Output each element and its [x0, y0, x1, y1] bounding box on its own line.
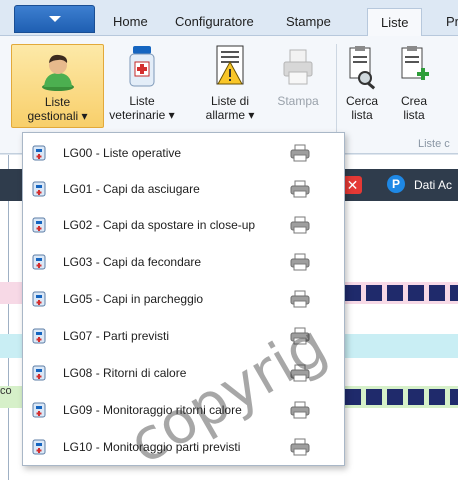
report-doc-icon	[32, 291, 46, 307]
menu-item-label: LG10 - Monitoraggio parti previsti	[63, 440, 241, 454]
liste-veterinarie-button[interactable]: Liste veterinarie ▾	[108, 44, 176, 122]
crea-lista-button[interactable]: Crea lista	[392, 44, 436, 122]
liste-veterinarie-label-1: Liste	[129, 94, 155, 108]
tab-stampe[interactable]: Stampe	[286, 14, 331, 29]
report-doc-icon	[32, 365, 46, 381]
stampa-button[interactable]: Stampa	[272, 44, 324, 108]
tab-liste[interactable]: Liste	[367, 8, 423, 37]
menu-item-label: LG02 - Capi da spostare in close-up	[63, 218, 256, 232]
cell-marker	[366, 285, 382, 301]
crea-lista-label-2: lista	[403, 108, 425, 122]
report-doc-icon	[32, 217, 46, 233]
printer-icon[interactable]	[290, 327, 310, 345]
cell-marker	[408, 389, 424, 405]
crea-lista-label-1: Crea	[400, 94, 427, 108]
panel-splitter[interactable]	[8, 155, 9, 480]
report-doc-icon	[32, 328, 46, 344]
cell-marker	[366, 389, 382, 405]
menu-item-lg07[interactable]: LG07 - Parti previsti	[23, 318, 344, 354]
chevron-down-icon	[49, 16, 61, 22]
printer-icon[interactable]	[290, 290, 310, 308]
liste-veterinarie-label-2: veterinarie ▾	[109, 108, 175, 122]
menu-item-lg00[interactable]: LG00 - Liste operative	[23, 135, 344, 171]
close-icon[interactable]: ✕	[343, 176, 362, 194]
toolbar-tab-dati[interactable]: Dati Ac	[414, 178, 452, 192]
p-badge-icon[interactable]: P	[387, 175, 405, 193]
menu-item-lg10[interactable]: LG10 - Monitoraggio parti previsti	[23, 429, 344, 465]
cell-marker	[345, 285, 361, 301]
printer-icon	[283, 49, 313, 85]
liste-allarme-button[interactable]: Liste di allarme ▾	[195, 44, 265, 122]
cell-marker	[450, 389, 458, 405]
cell-marker	[429, 389, 445, 405]
cell-marker	[387, 389, 403, 405]
cerca-lista-button[interactable]: Cerca lista	[340, 44, 384, 122]
printer-icon[interactable]	[290, 364, 310, 382]
printer-icon[interactable]	[290, 401, 310, 419]
menu-item-label: LG08 - Ritorni di calore	[63, 366, 187, 380]
menu-item-label: LG07 - Parti previsti	[63, 329, 170, 343]
liste-gestionali-dropdown: LG00 - Liste operative LG01 - Capi da as…	[22, 132, 345, 466]
liste-allarme-label-2: allarme ▾	[205, 108, 255, 122]
report-doc-icon	[32, 145, 46, 161]
cell-marker	[408, 285, 424, 301]
menu-item-label: LG05 - Capi in parcheggio	[63, 292, 204, 306]
ribbon-group-label: Liste c	[418, 138, 450, 150]
cell-marker	[429, 285, 445, 301]
search-list-icon	[349, 46, 376, 90]
menu-item-lg03[interactable]: LG03 - Capi da fecondare	[23, 244, 344, 280]
liste-gestionali-label-2: gestionali ▾	[27, 109, 88, 123]
cell-marker	[387, 285, 403, 301]
liste-gestionali-label-1: Liste	[44, 95, 71, 109]
tab-home[interactable]: Home	[113, 14, 148, 29]
medicine-jar-icon	[129, 46, 155, 87]
report-doc-icon	[32, 402, 46, 418]
menu-item-lg02[interactable]: LG02 - Capi da spostare in close-up	[23, 207, 344, 243]
printer-icon[interactable]	[290, 180, 310, 198]
left-panel-text: co	[0, 385, 12, 397]
stampa-label: Stampa	[277, 94, 319, 108]
menu-item-lg05[interactable]: LG05 - Capi in parcheggio	[23, 281, 344, 317]
menu-item-lg01[interactable]: LG01 - Capi da asciugare	[23, 171, 344, 207]
printer-icon[interactable]	[290, 144, 310, 162]
cell-marker	[450, 285, 458, 301]
report-doc-icon	[32, 181, 46, 197]
report-doc-icon	[32, 439, 46, 455]
menu-item-label: LG01 - Capi da asciugare	[63, 182, 200, 196]
tab-configuratore[interactable]: Configuratore	[175, 14, 254, 29]
menu-item-label: LG03 - Capi da fecondare	[63, 255, 202, 269]
report-doc-icon	[32, 254, 46, 270]
printer-icon[interactable]	[290, 253, 310, 271]
printer-icon[interactable]	[290, 216, 310, 234]
cerca-lista-label-1: Cerca	[345, 94, 378, 108]
create-list-icon	[401, 46, 429, 80]
menu-item-lg08[interactable]: LG08 - Ritorni di calore	[23, 355, 344, 391]
menu-item-label: LG00 - Liste operative	[63, 146, 182, 160]
alarm-list-icon	[216, 45, 244, 85]
ribbon-separator	[336, 44, 337, 144]
printer-icon[interactable]	[290, 438, 310, 456]
menu-item-label: LG09 - Monitoraggio ritorni calore	[63, 403, 242, 417]
menu-item-lg09[interactable]: LG09 - Monitoraggio ritorni calore	[23, 392, 344, 428]
liste-gestionali-button[interactable]: Liste gestionali ▾	[11, 44, 104, 128]
liste-allarme-label-1: Liste di	[210, 94, 250, 108]
tab-pr[interactable]: Pr	[446, 14, 458, 29]
user-icon	[41, 54, 74, 91]
application-menu-button[interactable]	[14, 5, 95, 33]
cell-marker	[345, 389, 361, 405]
ribbon-tab-bar: Home Configuratore Stampe Liste Pr	[0, 0, 458, 37]
cerca-lista-label-2: lista	[351, 108, 373, 122]
